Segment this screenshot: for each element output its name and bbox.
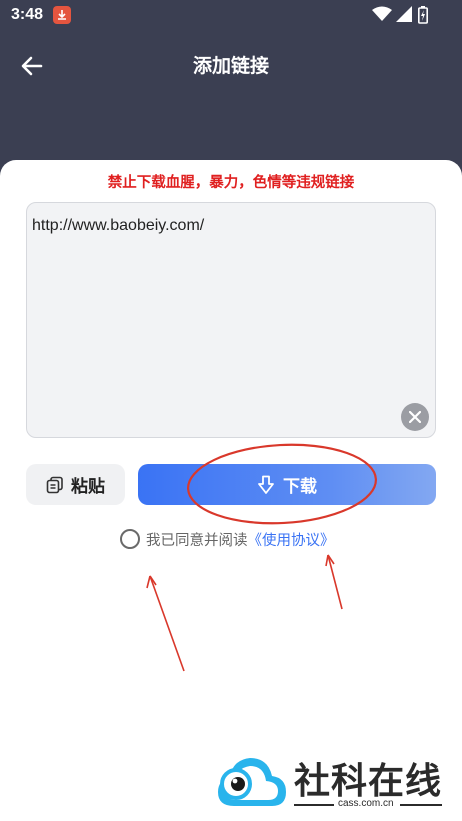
agree-text: 我已同意并阅读	[146, 532, 248, 549]
watermark: 社科在线 cass.com.cn	[214, 746, 454, 816]
close-icon	[409, 411, 421, 423]
nav-bar: 添加链接	[0, 40, 462, 92]
signal-icon	[396, 6, 412, 22]
warning-text: 禁止下载血腥，暴力，色情等违规链接	[107, 175, 355, 191]
cloud-eye-logo-icon	[218, 758, 286, 806]
paste-label: 粘贴	[71, 477, 105, 497]
status-bar: 3:48	[0, 0, 462, 32]
page-title: 添加链接	[192, 55, 269, 77]
terms-link[interactable]: 《使用协议》	[248, 529, 335, 550]
watermark-rule-left	[294, 804, 334, 806]
status-time: 3:48	[11, 6, 44, 23]
arrow-left-icon	[21, 56, 43, 76]
agree-checkbox[interactable]	[120, 529, 140, 549]
link-input[interactable]: http://www.baobeiy.com/	[26, 202, 436, 438]
watermark-rule-right	[400, 804, 442, 806]
download-button[interactable]: 下载	[138, 464, 436, 505]
paste-icon	[46, 476, 63, 493]
watermark-title: 社科在线	[294, 761, 443, 802]
agreement-row: 我已同意并阅读 《使用协议》	[120, 527, 335, 551]
wifi-icon	[372, 6, 392, 21]
download-arrow-icon	[258, 475, 274, 494]
link-input-value[interactable]: http://www.baobeiy.com/	[32, 217, 204, 235]
download-label: 下载	[283, 477, 317, 497]
watermark-domain: cass.com.cn	[338, 798, 394, 809]
notification-app-icon	[53, 6, 71, 24]
clear-button[interactable]	[401, 403, 429, 431]
screen: 3:48 添加链接 禁止下载血腥，暴力，色情等违规链接 http://www.b…	[0, 0, 462, 821]
back-button[interactable]	[14, 48, 50, 84]
paste-button[interactable]: 粘贴	[26, 464, 125, 505]
battery-icon	[418, 6, 428, 24]
